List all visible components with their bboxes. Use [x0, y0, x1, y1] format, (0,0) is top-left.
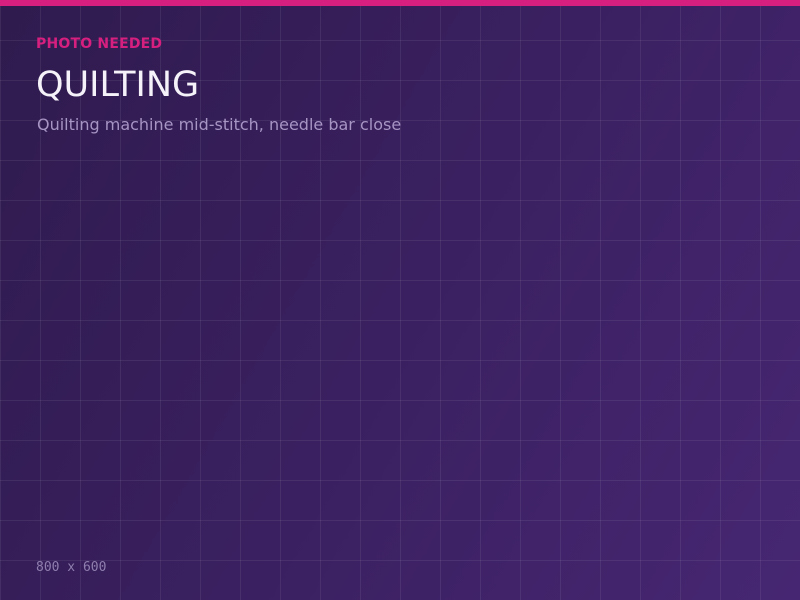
placeholder-title: QUILTING [36, 65, 200, 105]
photo-needed-label: PHOTO NEEDED [36, 36, 163, 52]
placeholder-description: Quilting machine mid-stitch, needle bar … [37, 115, 402, 134]
dimensions-label: 800 x 600 [36, 560, 107, 575]
top-accent-bar [0, 0, 800, 6]
photo-placeholder: PHOTO NEEDED QUILTING Quilting machine m… [0, 0, 800, 600]
